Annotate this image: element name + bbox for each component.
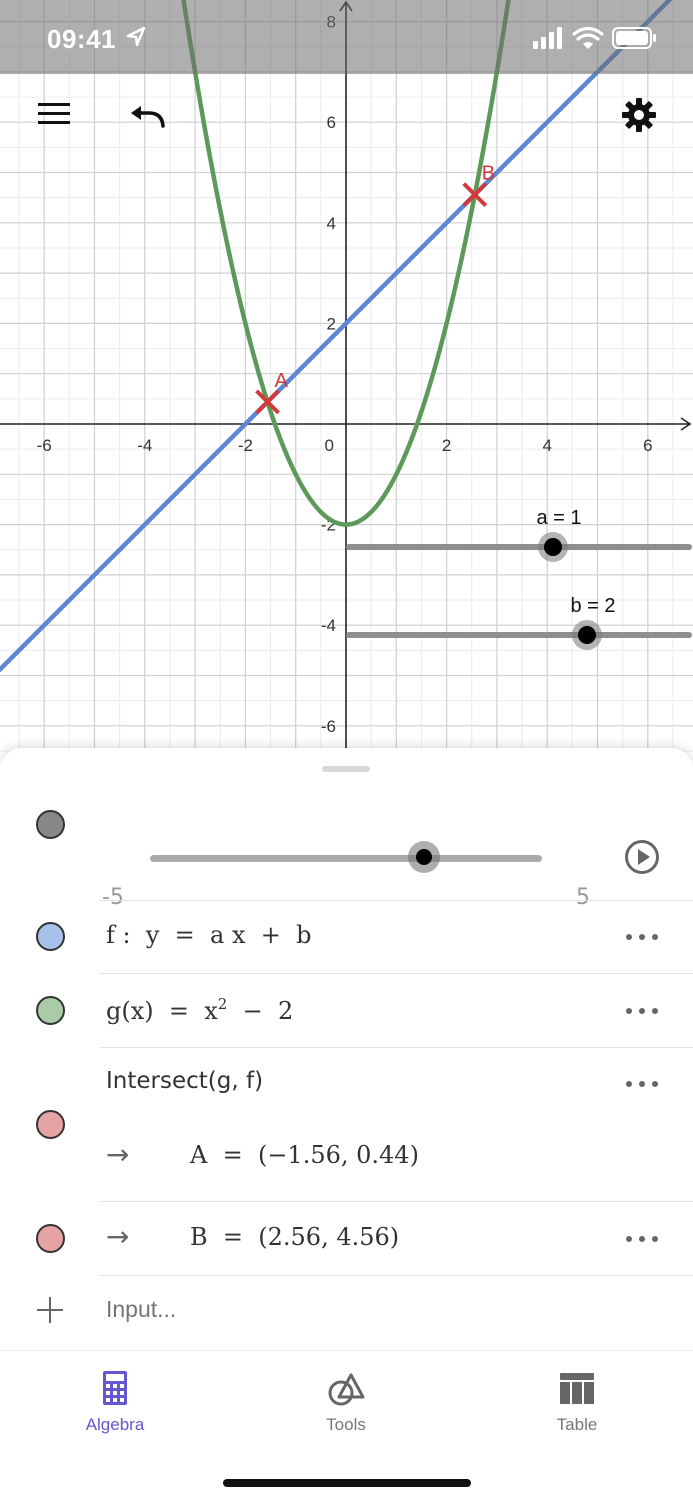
undo-icon	[131, 106, 165, 128]
x-tick-label: -4	[137, 436, 152, 455]
visibility-toggle-b[interactable]	[36, 1224, 65, 1253]
y-tick-label: -6	[321, 717, 336, 736]
algebra-panel[interactable]: -5 5 f : y = a x + b g(x) = x2 − 2 Inter…	[0, 748, 693, 1350]
battery-icon	[612, 27, 656, 49]
expression-f[interactable]: f : y = a x + b	[106, 921, 312, 949]
origin-label: 0	[325, 436, 334, 455]
wifi-icon	[572, 26, 604, 49]
point-a	[255, 389, 280, 415]
home-indicator	[223, 1479, 471, 1487]
graph-slider-knob-a	[544, 538, 562, 556]
y-tick-label: -4	[321, 616, 336, 635]
y-tick-label: 6	[327, 113, 336, 132]
hamburger-menu-icon	[38, 103, 70, 124]
expression-g-lhs: g(x) = x	[106, 997, 218, 1025]
nav-tab-tools[interactable]: Tools	[286, 1369, 406, 1435]
visibility-toggle-g[interactable]	[36, 996, 65, 1025]
graph-slider-knob-b	[578, 626, 596, 644]
play-animation-button[interactable]	[625, 840, 659, 874]
more-options-g[interactable]	[626, 1006, 658, 1016]
expression-g-rhs: − 2	[227, 997, 294, 1025]
settings-button[interactable]	[614, 92, 664, 138]
nav-label-algebra: Algebra	[85, 1415, 145, 1434]
x-tick-label: -6	[37, 436, 52, 455]
expression-g[interactable]: g(x) = x2 − 2	[106, 995, 293, 1025]
algebra-row-intersect[interactable]: Intersect(g, f) → A = (−1.56, 0.44)	[0, 1048, 693, 1201]
algebra-row-b[interactable]: → B = (2.56, 4.56)	[0, 1202, 693, 1275]
output-arrow-a: →	[106, 1138, 130, 1171]
status-indicators	[533, 26, 656, 49]
status-time: 09:41	[47, 24, 116, 54]
intersect-command[interactable]: Intersect(g, f)	[106, 1068, 263, 1094]
visibility-toggle-slider[interactable]	[36, 810, 65, 839]
calculator-icon	[103, 1371, 127, 1405]
menu-button[interactable]	[30, 94, 78, 134]
row-divider	[100, 1275, 693, 1276]
slider-row[interactable]: -5 5	[0, 788, 693, 910]
point-label-a: A	[275, 370, 289, 392]
visibility-toggle-a[interactable]	[36, 1110, 65, 1139]
undo-button[interactable]	[124, 94, 172, 134]
algebra-row-f[interactable]: f : y = a x + b	[0, 901, 693, 973]
y-tick-label: 2	[327, 314, 336, 333]
graph-slider-label-a: a = 1	[536, 507, 581, 529]
algebra-row-g[interactable]: g(x) = x2 − 2	[0, 974, 693, 1047]
nav-label-tools: Tools	[326, 1415, 366, 1434]
point-b-value: B = (2.56, 4.56)	[190, 1223, 400, 1251]
point-a-value: A = (−1.56, 0.44)	[190, 1141, 419, 1169]
shapes-icon	[328, 1373, 365, 1406]
nav-tab-algebra[interactable]: Algebra	[55, 1369, 175, 1435]
table-icon	[560, 1373, 594, 1404]
input-bar[interactable]	[106, 1296, 606, 1323]
cellular-signal-icon	[533, 27, 562, 49]
visibility-toggle-f[interactable]	[36, 922, 65, 951]
more-options-intersect[interactable]	[626, 1079, 658, 1089]
expression-g-exponent: 2	[217, 995, 228, 1013]
slider-track[interactable]	[150, 855, 542, 862]
x-tick-label: 6	[643, 436, 652, 455]
point-label-b: B	[482, 163, 495, 185]
x-tick-label: 2	[442, 436, 451, 455]
graphics-view[interactable]: -6-4-2246-6-4-224680ABa = 1b = 2	[0, 0, 693, 760]
y-tick-label: 4	[327, 214, 336, 233]
nav-tab-table[interactable]: Table	[517, 1369, 637, 1435]
gear-icon	[622, 98, 656, 132]
graph-canvas[interactable]: -6-4-2246-6-4-224680ABa = 1b = 2	[0, 0, 693, 760]
x-tick-label: 4	[542, 436, 551, 455]
x-tick-label: -2	[238, 436, 253, 455]
more-options-b[interactable]	[626, 1234, 658, 1244]
status-bar: 09:41	[0, 0, 693, 74]
nav-label-table: Table	[556, 1415, 598, 1434]
more-options-f[interactable]	[626, 932, 658, 942]
graph-slider-label-b: b = 2	[570, 595, 615, 617]
add-input-icon[interactable]	[36, 1296, 64, 1324]
panel-drag-handle[interactable]	[322, 766, 370, 772]
location-arrow-icon	[126, 26, 146, 47]
output-arrow-b: →	[106, 1220, 130, 1253]
bottom-navigation: Algebra Tools Table	[0, 1350, 693, 1500]
